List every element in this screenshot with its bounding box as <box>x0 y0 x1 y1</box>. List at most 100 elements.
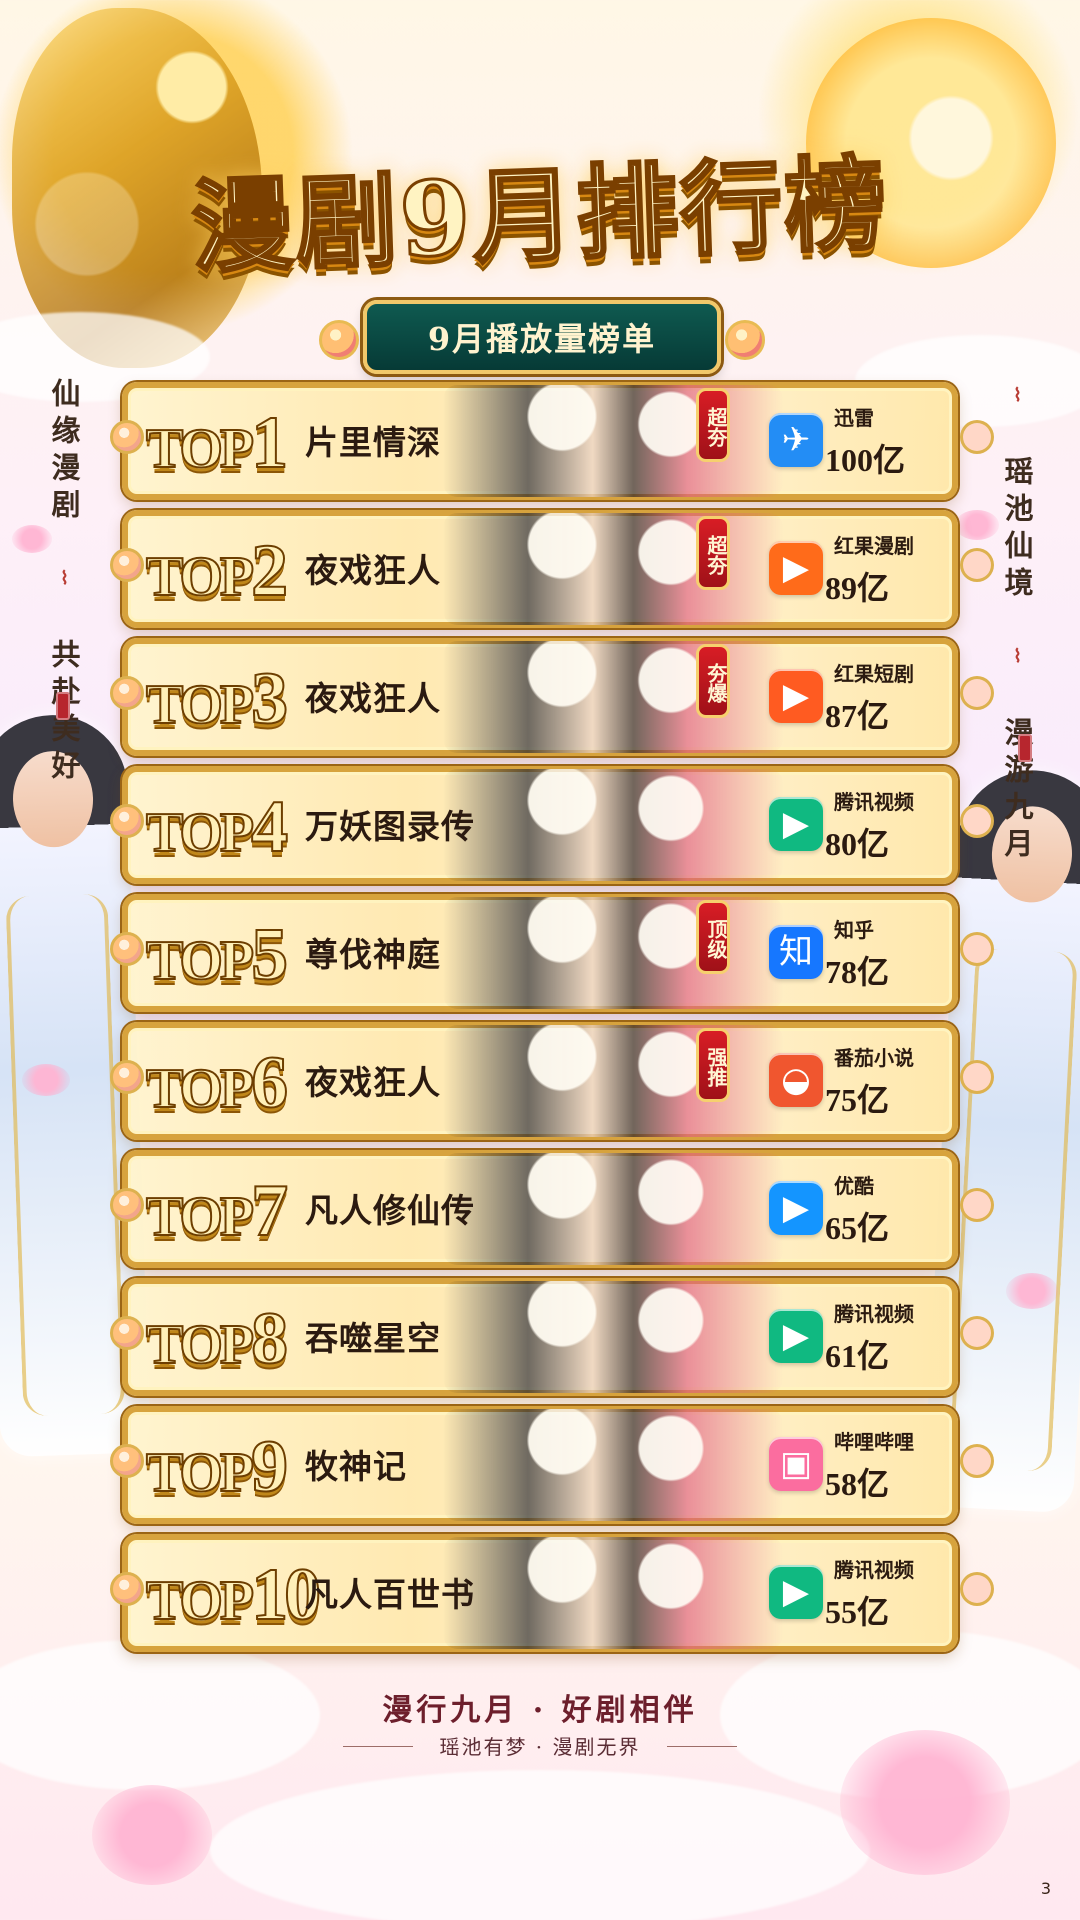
fanqie-icon: ◒ <box>769 1053 823 1107</box>
play-count: 89亿 <box>825 570 890 606</box>
right-caption-first: 瑶池仙境 <box>1000 456 1034 604</box>
play-count: 55亿 <box>825 1594 890 1630</box>
ranking-row-4: TOP4 万妖图录传 ▶ 腾讯视频 80亿 <box>110 766 958 884</box>
platform-name: 腾讯视频 <box>834 1558 914 1582</box>
caption-divider-icon: ⌇ <box>1007 646 1028 675</box>
subtitle-text: 9月播放量榜单 <box>427 320 657 358</box>
rank-number: 4 <box>250 785 289 869</box>
youku-play-icon: ▶ <box>769 1181 823 1235</box>
play-count: 78亿 <box>825 954 890 990</box>
platform-name: 知乎 <box>834 918 874 942</box>
rank-prefix: TOP <box>145 545 255 609</box>
platform-name: 腾讯视频 <box>834 790 914 814</box>
rank-prefix: TOP <box>145 1441 255 1505</box>
ranking-list: TOP1 片里情深 超夯 ✈ 迅雷 100亿 TOP2 夜戏狂人 超夯 ▶ 红果… <box>110 382 958 1659</box>
ranking-row-7: TOP7 凡人修仙传 ▶ 优酷 65亿 <box>110 1150 958 1268</box>
red-seal-icon <box>1018 734 1032 762</box>
zhihu-icon: 知 <box>769 925 823 979</box>
rank-number: 8 <box>250 1297 289 1381</box>
page-number: 3 <box>1040 1879 1052 1898</box>
footer-divider-left <box>343 1746 413 1747</box>
rank-prefix: TOP <box>145 1569 255 1633</box>
show-title: 片里情深 <box>305 423 441 462</box>
rank-label: TOP6 <box>145 1038 289 1128</box>
rank-number: 7 <box>250 1169 289 1253</box>
sakura-petal-icon <box>955 510 999 540</box>
rank-label: TOP7 <box>145 1166 289 1256</box>
show-title: 吞噬星空 <box>305 1319 441 1358</box>
xunlei-bird-icon: ✈ <box>769 413 823 467</box>
ranking-row-2: TOP2 夜戏狂人 超夯 ▶ 红果漫剧 89亿 <box>110 510 958 628</box>
rank-prefix: TOP <box>145 1313 255 1377</box>
red-seal-icon <box>56 692 70 720</box>
rank-label: TOP4 <box>145 782 289 872</box>
rank-label: TOP3 <box>145 654 289 744</box>
hot-badge: 超夯 <box>696 388 730 462</box>
footer-title: 漫行九月 · 好剧相伴 <box>382 1693 698 1728</box>
rank-prefix: TOP <box>145 417 255 481</box>
show-title: 夜戏狂人 <box>305 1063 441 1102</box>
show-title: 凡人百世书 <box>305 1575 475 1614</box>
play-count: 87亿 <box>825 698 890 734</box>
platform-name: 优酷 <box>834 1174 874 1198</box>
rank-label: TOP5 <box>145 910 289 1000</box>
bilibili-tv-icon: ▣ <box>769 1437 823 1491</box>
platform-name: 迅雷 <box>834 406 874 430</box>
rank-number: 9 <box>250 1425 289 1509</box>
cloud-decoration <box>210 1770 870 1920</box>
tencent-video-play-icon: ▶ <box>769 1565 823 1619</box>
play-count: 75亿 <box>825 1082 890 1118</box>
rank-prefix: TOP <box>145 673 255 737</box>
ranking-row-1: TOP1 片里情深 超夯 ✈ 迅雷 100亿 <box>110 382 958 500</box>
sakura-petal-icon <box>1006 1273 1058 1309</box>
ranking-row-10: TOP10 凡人百世书 ▶ 腾讯视频 55亿 <box>110 1534 958 1652</box>
ranking-row-3: TOP3 夜戏狂人 夯爆 ▶ 红果短剧 87亿 <box>110 638 958 756</box>
ranking-row-5: TOP5 尊伐神庭 顶级 知 知乎 78亿 <box>110 894 958 1012</box>
play-count: 61亿 <box>825 1338 890 1374</box>
page-title: 漫剧9月排行榜 <box>188 142 892 289</box>
caption-divider-icon: ⌇ <box>1007 385 1028 414</box>
sakura-petal-icon <box>22 1064 70 1096</box>
show-title: 牧神记 <box>305 1447 407 1486</box>
show-title: 夜戏狂人 <box>305 551 441 590</box>
rank-prefix: TOP <box>145 1057 255 1121</box>
platform-name: 哔哩哔哩 <box>834 1430 914 1454</box>
hot-badge: 强推 <box>696 1028 730 1102</box>
platform-name: 腾讯视频 <box>834 1302 914 1326</box>
rank-label: TOP2 <box>145 526 289 616</box>
play-count: 80亿 <box>825 826 890 862</box>
ranking-row-6: TOP6 夜戏狂人 强推 ◒ 番茄小说 75亿 <box>110 1022 958 1140</box>
rank-label: TOP9 <box>145 1422 289 1512</box>
show-title: 凡人修仙传 <box>305 1191 475 1230</box>
subtitle-plaque: 9月播放量榜单 <box>319 300 765 374</box>
footer-subtitle: 瑶池有梦 · 漫剧无界 <box>439 1735 641 1759</box>
show-title: 万妖图录传 <box>305 807 475 846</box>
hot-badge: 顶级 <box>696 900 730 974</box>
rank-prefix: TOP <box>145 1185 255 1249</box>
play-count: 65亿 <box>825 1210 890 1246</box>
sakura-blossom-cluster <box>92 1785 212 1885</box>
ranking-row-8: TOP8 吞噬星空 ▶ 腾讯视频 61亿 <box>110 1278 958 1396</box>
rank-number: 2 <box>250 529 289 613</box>
tencent-video-play-icon: ▶ <box>769 797 823 851</box>
hot-badge: 超夯 <box>696 516 730 590</box>
show-title: 尊伐神庭 <box>305 935 441 974</box>
rank-label: TOP8 <box>145 1294 289 1384</box>
right-vertical-caption: ⌇ 瑶池仙境 ⌇ 漫游九月 <box>998 385 1036 865</box>
footer-divider-right <box>667 1746 737 1747</box>
rank-label: TOP10 <box>145 1550 322 1640</box>
play-count: 58亿 <box>825 1466 890 1502</box>
platform-name: 红果短剧 <box>834 662 914 686</box>
tencent-video-play-icon: ▶ <box>769 1309 823 1363</box>
hot-badge: 夯爆 <box>696 644 730 718</box>
rank-prefix: TOP <box>145 801 255 865</box>
hongguo-play-icon: ▶ <box>769 541 823 595</box>
cloud-decoration <box>0 1640 320 1790</box>
rank-label: TOP1 <box>145 398 289 488</box>
sakura-blossom-cluster <box>840 1730 1010 1875</box>
left-caption-first: 仙缘漫剧 <box>47 378 81 526</box>
rank-number: 6 <box>250 1041 289 1125</box>
rank-prefix: TOP <box>145 929 255 993</box>
show-title: 夜戏狂人 <box>305 679 441 718</box>
rank-number: 3 <box>250 657 289 741</box>
